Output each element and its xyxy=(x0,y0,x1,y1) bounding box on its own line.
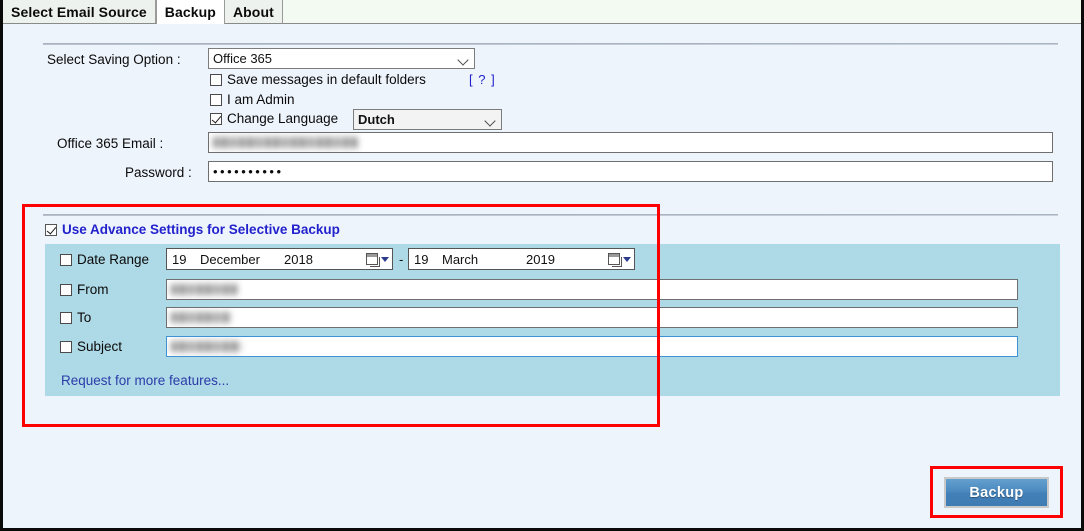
checkbox-glyph-checked xyxy=(45,223,57,236)
tab-select-email-source[interactable]: Select Email Source xyxy=(3,0,156,23)
calendar-icon xyxy=(366,253,378,265)
calendar-dropdown-button[interactable] xyxy=(366,253,389,265)
subject-checkbox[interactable]: Subject xyxy=(60,339,122,354)
from-checkbox[interactable]: From xyxy=(60,282,109,297)
backup-form: Select Saving Option : Office 365 Save m… xyxy=(3,25,1081,528)
calendar-dropdown-button[interactable] xyxy=(608,253,631,265)
advance-settings-label: Use Advance Settings for Selective Backu… xyxy=(62,222,340,237)
language-select[interactable]: Dutch xyxy=(353,109,502,130)
redacted-to-value xyxy=(171,312,231,323)
date-range-label: Date Range xyxy=(77,252,150,267)
from-field[interactable] xyxy=(166,279,1018,300)
language-value: Dutch xyxy=(358,112,395,127)
subject-field[interactable] xyxy=(166,336,1018,357)
application-window: Select Email Source Backup About Select … xyxy=(0,0,1084,531)
password-value: •••••••••• xyxy=(213,164,284,179)
date-range-from-field[interactable]: 19 December 2018 xyxy=(166,248,393,270)
checkbox-glyph xyxy=(60,340,72,353)
password-field[interactable]: •••••••••• xyxy=(208,161,1053,182)
save-default-folders-label: Save messages in default folders xyxy=(227,72,426,87)
to-label: To xyxy=(77,310,92,325)
date-from-month[interactable]: December xyxy=(200,252,284,267)
checkbox-glyph xyxy=(60,311,72,324)
checkbox-glyph xyxy=(60,253,72,266)
saving-option-select[interactable]: Office 365 xyxy=(208,48,475,69)
redacted-email-value xyxy=(213,137,358,148)
password-label: Password : xyxy=(125,165,192,180)
saving-option-label: Select Saving Option : xyxy=(47,52,181,67)
tab-about[interactable]: About xyxy=(224,0,283,23)
checkbox-glyph-checked xyxy=(210,112,222,125)
checkbox-glyph xyxy=(210,73,222,86)
divider-advanced xyxy=(43,214,1058,216)
redacted-from-value xyxy=(171,284,237,295)
saving-option-value: Office 365 xyxy=(213,51,273,66)
tab-backup[interactable]: Backup xyxy=(155,0,225,24)
date-to-month[interactable]: March xyxy=(442,252,526,267)
chevron-down-icon xyxy=(459,54,468,63)
to-field[interactable] xyxy=(166,307,1018,328)
date-range-to-field[interactable]: 19 March 2019 xyxy=(408,248,635,270)
backup-button[interactable]: Backup xyxy=(944,477,1049,508)
change-language-label: Change Language xyxy=(227,111,339,126)
change-language-checkbox[interactable]: Change Language xyxy=(210,111,338,126)
help-question-icon[interactable]: [ ? ] xyxy=(469,72,496,87)
chevron-down-icon xyxy=(623,256,631,262)
date-from-day[interactable]: 19 xyxy=(172,252,200,267)
checkbox-glyph xyxy=(210,93,222,106)
email-field[interactable] xyxy=(208,132,1053,153)
tab-bar-filler xyxy=(282,0,1081,23)
from-label: From xyxy=(77,282,109,297)
calendar-icon xyxy=(608,253,620,265)
to-checkbox[interactable]: To xyxy=(60,310,91,325)
date-from-year[interactable]: 2018 xyxy=(284,252,313,267)
chevron-down-icon xyxy=(486,115,495,124)
date-range-checkbox[interactable]: Date Range xyxy=(60,252,149,267)
i-am-admin-label: I am Admin xyxy=(227,92,295,107)
save-default-folders-checkbox[interactable]: Save messages in default folders xyxy=(210,72,426,87)
divider-top xyxy=(43,43,1058,45)
date-to-day[interactable]: 19 xyxy=(414,252,442,267)
date-range-separator: - xyxy=(399,252,404,267)
advance-settings-checkbox[interactable]: Use Advance Settings for Selective Backu… xyxy=(45,222,340,237)
tab-bar: Select Email Source Backup About xyxy=(3,0,1081,24)
email-label: Office 365 Email : xyxy=(57,136,164,151)
request-more-features-link[interactable]: Request for more features... xyxy=(61,373,229,388)
subject-label: Subject xyxy=(77,339,123,354)
i-am-admin-checkbox[interactable]: I am Admin xyxy=(210,92,295,107)
date-to-year[interactable]: 2019 xyxy=(526,252,555,267)
chevron-down-icon xyxy=(381,256,389,262)
date-to-parts: 19 March 2019 xyxy=(414,252,555,267)
date-from-parts: 19 December 2018 xyxy=(172,252,313,267)
checkbox-glyph xyxy=(60,283,72,296)
redacted-subject-value xyxy=(171,341,241,352)
